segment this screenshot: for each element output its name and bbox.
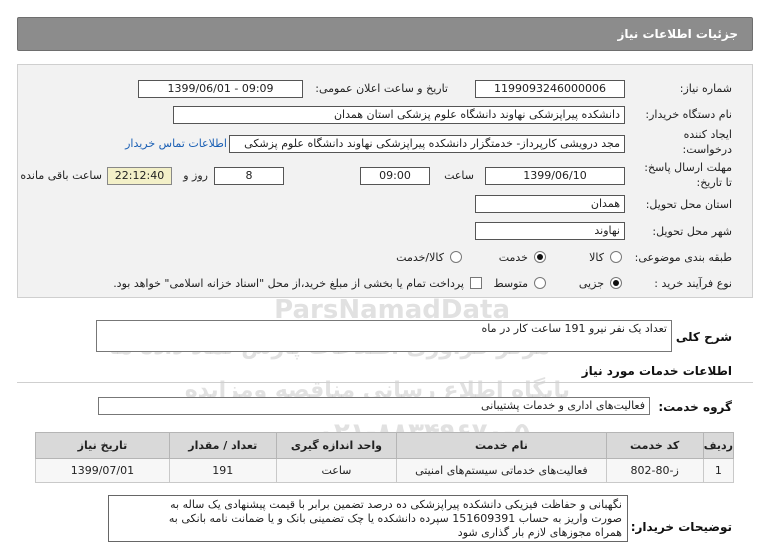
buyer-contact-link[interactable]: اطلاعات تماس خریدار (125, 137, 227, 150)
col-header-service-name: نام خدمت (396, 432, 607, 459)
cell-service-code: ز-80-802 (605, 458, 704, 483)
col-header-row-number: ردیف (702, 432, 735, 459)
col-header-service-code: کد خدمت (605, 432, 704, 459)
cell-quantity: 191 (168, 458, 277, 483)
deadline-label-line1: مهلت ارسال پاسخ: (644, 161, 732, 174)
deadline-time-field: 09:00 (360, 167, 430, 185)
creator-label-line1: ایجاد کننده (683, 128, 732, 141)
city-field: نهاوند (475, 222, 625, 240)
page-title: جزئیات اطلاعات نیاز (617, 27, 738, 41)
province-field: همدان (475, 195, 625, 213)
services-section-title: اطلاعات خدمات مورد نیاز (581, 364, 732, 378)
days-remaining-field: 8 (214, 167, 284, 185)
process-option-minor: جزیی (578, 277, 604, 290)
process-radio-medium[interactable] (534, 277, 546, 289)
buyer-notes-label: توضیحات خریدار: (630, 520, 732, 534)
category-option-service: خدمت (498, 251, 528, 264)
summary-field: تعداد یک نفر نیرو 191 ساعت کار در ماه (96, 320, 672, 352)
need-number-label: شماره نیاز: (679, 82, 732, 95)
deadline-date-field: 1399/06/10 (485, 167, 625, 185)
treasury-payment-note: پرداخت تمام یا بخشی از مبلغ خرید،از محل … (113, 277, 464, 290)
category-option-goods-service: کالا/خدمت (396, 251, 444, 264)
category-radio-goods-service[interactable] (450, 251, 462, 263)
remaining-time-label: ساعت باقی مانده (20, 169, 102, 182)
buyer-notes-line-1: نگهبانی و حفاظت فیزیکی دانشکده پیراپزشکی… (170, 498, 622, 511)
process-radio-minor[interactable] (610, 277, 622, 289)
buyer-field: دانشکده پیراپزشکی نهاوند دانشگاه علوم پز… (173, 106, 625, 124)
buyer-label: نام دستگاه خریدار: (645, 108, 732, 121)
buyer-notes-line-3: همراه مجوزهای لازم بار گذاری شود (457, 526, 622, 539)
buyer-notes-line-2: صورت واریز به حساب 151609391 سپرده دانشک… (168, 512, 622, 525)
remaining-time-field: 22:12:40 (107, 167, 172, 185)
cell-service-name: فعالیت‌های خدماتی سیستم‌های امنیتی (396, 458, 607, 483)
announce-date-field: 1399/06/01 - 09:09 (138, 80, 303, 98)
province-label: استان محل تحویل: (645, 198, 732, 211)
category-label: طبقه بندی موضوعی: (634, 251, 732, 264)
col-header-need-date: تاریخ نیاز (35, 432, 170, 459)
service-group-label: گروه خدمت: (658, 400, 732, 414)
deadline-label-line2: تا تاریخ: (696, 176, 732, 189)
deadline-time-label: ساعت (444, 169, 474, 182)
need-number-field: 1199093246000006 (475, 80, 625, 98)
process-option-medium: متوسط (493, 277, 528, 290)
cell-need-date: 1399/07/01 (35, 458, 170, 483)
treasury-checkbox[interactable] (470, 277, 482, 289)
creator-field: مجد درویشی کارپرداز- خدمتگزار دانشکده پی… (229, 135, 625, 153)
table-row: 1 ز-80-802 فعالیت‌های خدماتی سیستم‌های ا… (35, 458, 735, 483)
table-header-row: ردیف کد خدمت نام خدمت واحد اندازه گیری ت… (35, 432, 735, 459)
buyer-notes-field: نگهبانی و حفاظت فیزیکی دانشکده پیراپزشکی… (108, 495, 628, 542)
col-header-unit: واحد اندازه گیری (275, 432, 398, 459)
service-group-field: فعالیت‌های اداری و خدمات پشتیبانی (98, 397, 650, 415)
cell-unit: ساعت (275, 458, 398, 483)
section-divider (17, 382, 753, 383)
page-header: جزئیات اطلاعات نیاز (17, 17, 753, 51)
creator-label-line2: درخواست: (682, 143, 732, 156)
cell-row-number: 1 (702, 458, 735, 483)
category-radio-goods[interactable] (610, 251, 622, 263)
category-option-goods: کالا (589, 251, 604, 264)
announce-date-label: تاریخ و ساعت اعلان عمومی: (315, 82, 448, 95)
col-header-quantity: تعداد / مقدار (168, 432, 277, 459)
category-radio-service[interactable] (534, 251, 546, 263)
summary-text: تعداد یک نفر نیرو 191 ساعت کار در ماه (481, 322, 668, 335)
days-label: روز و (183, 169, 208, 182)
city-label: شهر محل تحویل: (652, 225, 732, 238)
services-table: ردیف کد خدمت نام خدمت واحد اندازه گیری ت… (35, 432, 735, 483)
process-type-label: نوع فرآیند خرید : (654, 277, 732, 290)
